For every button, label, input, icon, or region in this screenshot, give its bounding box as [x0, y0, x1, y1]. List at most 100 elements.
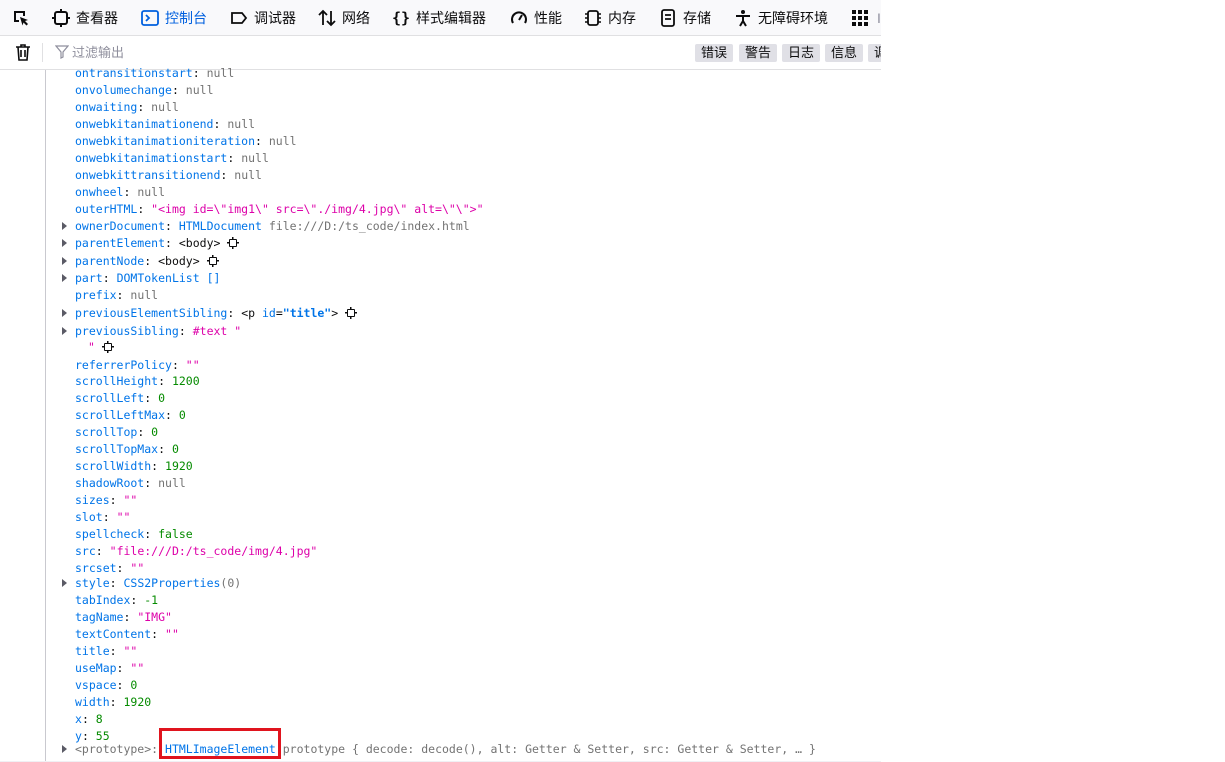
expand-toggle-icon[interactable] — [62, 309, 67, 317]
property-key: title — [75, 644, 110, 658]
property-value: 1920 — [123, 695, 152, 709]
property-row-continued: " — [88, 340, 114, 354]
tab-console[interactable]: 控制台 — [141, 0, 207, 35]
expand-toggle-icon[interactable] — [62, 257, 67, 265]
property-row: onwebkitanimationstart: null — [75, 151, 269, 165]
property-value: "" — [116, 510, 131, 524]
expand-toggle-icon[interactable] — [62, 274, 67, 282]
property-key: x — [75, 712, 82, 726]
network-icon — [318, 9, 336, 27]
expand-toggle-icon[interactable] — [62, 579, 67, 587]
tab-style-editor[interactable]: {} 样式编辑器 — [392, 0, 486, 35]
property-value: "file:///D:/ts_code/img/4.jpg" — [109, 544, 318, 558]
property-row: scrollHeight: 1200 — [75, 374, 200, 388]
property-value: 0 — [171, 442, 179, 456]
filter-warnings-button[interactable]: 警告 — [739, 44, 778, 62]
tab-application[interactable]: I — [851, 0, 881, 35]
property-value: "" — [165, 627, 179, 641]
property-value: false — [158, 527, 193, 541]
debugger-icon — [230, 9, 248, 27]
property-key: sizes — [75, 493, 110, 507]
property-value: null — [268, 134, 297, 148]
expand-toggle-icon[interactable] — [62, 745, 67, 753]
tree-guide-line — [45, 70, 46, 762]
property-key: src — [75, 544, 96, 558]
attr-value: "title" — [282, 306, 332, 320]
property-row: style: CSS2Properties(0) — [75, 576, 242, 590]
property-value: "" — [130, 561, 145, 575]
property-key: onwebkitanimationiteration — [75, 134, 256, 148]
property-value: 0 — [158, 391, 166, 405]
inspect-node-icon[interactable] — [101, 341, 114, 353]
property-key: onwebkittransitionend — [75, 168, 221, 182]
property-row: onwebkitanimationend: null — [75, 117, 256, 131]
filter-logs-button[interactable]: 日志 — [782, 44, 821, 62]
filter-output-input[interactable] — [70, 42, 594, 62]
console-icon — [141, 9, 159, 27]
attr-name: id — [261, 306, 276, 320]
property-row: width: 1920 — [75, 695, 152, 709]
property-value: 0 — [178, 408, 186, 422]
property-key: style — [75, 576, 110, 590]
filter-info-button[interactable]: 信息 — [825, 44, 864, 62]
filter-debug-button[interactable]: 调 — [868, 44, 881, 62]
tab-label: 内存 — [608, 9, 636, 26]
tab-memory[interactable]: 内存 — [584, 0, 636, 35]
property-value: "<img id=\"img1\" src=\"./img/4.jpg\" al… — [151, 202, 484, 216]
property-value: "IMG" — [137, 610, 172, 624]
expand-toggle-icon[interactable] — [62, 239, 67, 247]
clear-console-button[interactable] — [13, 42, 33, 62]
highlight-annotation-box — [159, 728, 281, 759]
property-value: null — [185, 83, 214, 97]
property-key: onwebkitanimationend — [75, 117, 214, 131]
expand-toggle-icon[interactable] — [62, 222, 67, 230]
property-key: part — [75, 271, 103, 285]
tab-inspector[interactable]: 查看器 — [52, 0, 118, 35]
tab-label: 性能 — [534, 9, 562, 26]
property-key: tabIndex — [75, 593, 131, 607]
property-value: "" — [123, 644, 138, 658]
property-value: 8 — [95, 712, 103, 726]
prototype-summary: prototype { decode: decode(), alt: Gette… — [282, 742, 816, 756]
filter-errors-button[interactable]: 错误 — [695, 44, 734, 62]
property-row: scrollTopMax: 0 — [75, 442, 179, 456]
console-output: ontransitionstart: null onvolumechange: n… — [0, 66, 881, 762]
property-key: scrollLeftMax — [75, 408, 166, 422]
element-picker-button[interactable] — [12, 0, 30, 35]
tab-storage[interactable]: 存储 — [659, 0, 711, 35]
inspect-node-icon[interactable] — [206, 255, 219, 267]
property-key: shadowRoot — [75, 476, 145, 490]
console-filter-bar: 错误 警告 日志 信息 调 — [0, 36, 881, 70]
property-key: outerHTML — [75, 202, 138, 216]
tab-network[interactable]: 网络 — [318, 0, 370, 35]
expand-toggle-icon[interactable] — [62, 327, 67, 335]
tab-accessibility[interactable]: 无障碍环境 — [734, 0, 828, 35]
property-row: srcset: "" — [75, 561, 145, 575]
property-value: null — [158, 476, 186, 490]
inspect-node-icon[interactable] — [345, 307, 358, 319]
property-value: <body> — [178, 236, 221, 250]
property-row: tabIndex: -1 — [75, 593, 159, 607]
property-row: scrollTop: 0 — [75, 425, 159, 439]
tag-open: <p — [241, 306, 262, 320]
property-value-detail: file:///D:/ts_code/index.html — [261, 219, 470, 233]
property-value: HTMLDocument — [178, 219, 262, 233]
property-key: srcset — [75, 561, 117, 575]
property-row: parentElement: <body> — [75, 236, 240, 250]
property-row: vspace: 0 — [75, 678, 138, 692]
tab-label: 网络 — [342, 9, 370, 26]
property-row: onwebkitanimationiteration: null — [75, 134, 297, 148]
property-value-detail: (0) — [220, 576, 242, 590]
property-row: ownerDocument: HTMLDocument file:///D:/t… — [75, 219, 470, 233]
tab-debugger[interactable]: 调试器 — [230, 0, 296, 35]
property-value: null — [234, 168, 262, 182]
property-row: onwebkittransitionend: null — [75, 168, 262, 182]
tab-label: 控制台 — [165, 9, 207, 26]
property-key: scrollLeft — [75, 391, 145, 405]
tab-performance[interactable]: 性能 — [510, 0, 562, 35]
property-value: CSS2Properties — [123, 576, 221, 590]
tab-label: I — [877, 9, 881, 26]
inspect-node-icon[interactable] — [227, 237, 240, 249]
property-value: "" — [130, 661, 145, 675]
property-key: tagName — [75, 610, 124, 624]
